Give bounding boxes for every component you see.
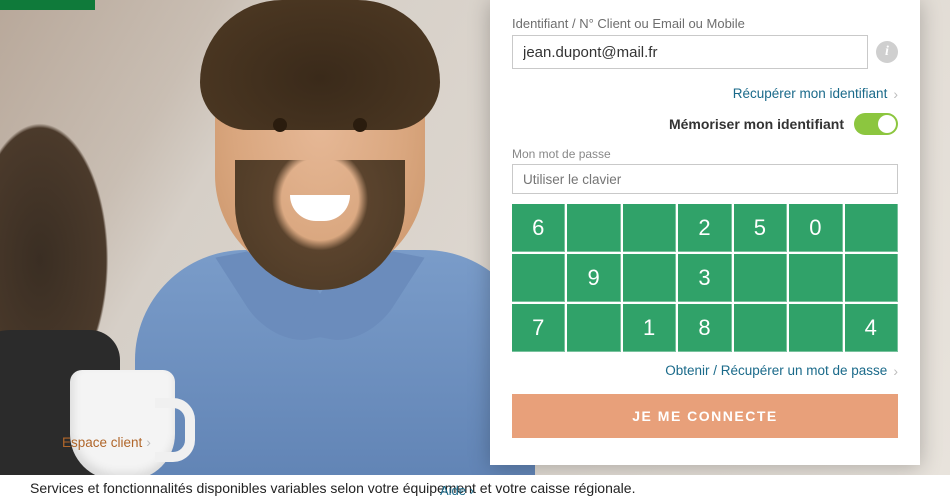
keypad-blank[interactable] — [734, 254, 787, 302]
keypad-digit-5[interactable]: 5 — [734, 204, 787, 252]
coffee-cup — [70, 370, 175, 475]
connect-button[interactable]: JE ME CONNECTE — [512, 394, 898, 438]
recover-identifier-text: Récupérer mon identifiant — [733, 86, 888, 101]
virtual-keypad: 6 250 9 3 7 18 4 — [512, 204, 898, 352]
keypad-blank[interactable] — [512, 254, 565, 302]
espace-client-link[interactable]: Espace client › — [62, 434, 151, 450]
keypad-digit-3[interactable]: 3 — [678, 254, 731, 302]
keypad-digit-9[interactable]: 9 — [567, 254, 620, 302]
password-label: Mon mot de passe — [512, 147, 898, 161]
keypad-digit-2[interactable]: 2 — [678, 204, 731, 252]
keypad-digit-4[interactable]: 4 — [845, 304, 898, 352]
chevron-right-icon: › — [146, 434, 151, 450]
recover-identifier-link[interactable]: Récupérer mon identifiant › — [733, 86, 898, 102]
keypad-digit-0[interactable]: 0 — [789, 204, 842, 252]
hero-background: Identifiant / N° Client ou Email ou Mobi… — [0, 0, 950, 475]
keypad-digit-7[interactable]: 7 — [512, 304, 565, 352]
brand-bar — [0, 0, 95, 10]
keypad-blank[interactable] — [845, 254, 898, 302]
remember-toggle[interactable] — [854, 113, 898, 135]
chevron-right-icon: › — [893, 86, 898, 102]
keypad-blank[interactable] — [623, 254, 676, 302]
keypad-digit-1[interactable]: 1 — [623, 304, 676, 352]
footer: Services et fonctionnalités disponibles … — [0, 475, 950, 500]
help-link[interactable]: Aide › — [440, 483, 474, 498]
chevron-right-icon: › — [893, 363, 898, 379]
identifier-input[interactable] — [512, 35, 868, 69]
keypad-digit-8[interactable]: 8 — [678, 304, 731, 352]
keypad-digit-6[interactable]: 6 — [512, 204, 565, 252]
password-input[interactable] — [512, 164, 898, 194]
keypad-blank[interactable] — [845, 204, 898, 252]
keypad-blank[interactable] — [567, 204, 620, 252]
disclaimer-text: Services et fonctionnalités disponibles … — [30, 480, 635, 496]
keypad-blank[interactable] — [734, 304, 787, 352]
keypad-blank[interactable] — [789, 304, 842, 352]
identifier-label: Identifiant / N° Client ou Email ou Mobi… — [512, 16, 898, 31]
recover-password-link[interactable]: Obtenir / Récupérer un mot de passe › — [665, 363, 898, 379]
recover-password-text: Obtenir / Récupérer un mot de passe — [665, 363, 887, 378]
login-card: Identifiant / N° Client ou Email ou Mobi… — [490, 0, 920, 465]
info-icon[interactable]: i — [876, 41, 898, 63]
keypad-blank[interactable] — [789, 254, 842, 302]
remember-label: Mémoriser mon identifiant — [669, 116, 844, 132]
keypad-blank[interactable] — [567, 304, 620, 352]
keypad-blank[interactable] — [623, 204, 676, 252]
